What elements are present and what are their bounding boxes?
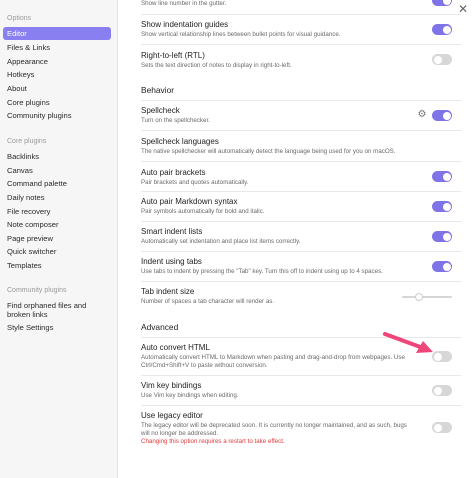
sidebar-item-appearance[interactable]: Appearance: [3, 55, 111, 68]
indent-guides-setting: Show indentation guides Show vertical re…: [141, 20, 459, 39]
setting-name: Auto pair Markdown syntax: [141, 197, 238, 206]
behavior-header: Behavior: [141, 85, 175, 95]
divider: [141, 161, 461, 162]
setting-name: Vim key bindings: [141, 381, 202, 390]
indent-tabs-toggle[interactable]: [432, 261, 452, 272]
auto-pair-markdown-toggle[interactable]: [432, 201, 452, 212]
sidebar-item-canvas[interactable]: Canvas: [3, 164, 111, 177]
advanced-header: Advanced: [141, 322, 179, 332]
legacy-editor-setting: Use legacy editor The legacy editor will…: [141, 411, 459, 446]
indent-guides-toggle[interactable]: [432, 24, 452, 35]
sidebar-item-hotkeys[interactable]: Hotkeys: [3, 68, 111, 81]
setting-desc: Automatically convert HTML to Markdown w…: [141, 354, 405, 369]
editor-settings-panel: Show line number in the gutter. Show ind…: [118, 0, 474, 478]
community-plugins-header: Community plugins: [7, 287, 67, 294]
sidebar-item-file-recovery[interactable]: File recovery: [3, 205, 111, 218]
spellcheck-languages-setting: Spellcheck languages The native spellche…: [141, 137, 459, 156]
setting-desc: The native spellchecker will automatical…: [141, 148, 396, 155]
setting-desc: Show vertical relationship lines between…: [141, 31, 341, 38]
auto-pair-brackets-setting: Auto pair brackets Pair brackets and quo…: [141, 168, 459, 187]
legacy-editor-toggle[interactable]: [432, 422, 452, 433]
vim-key-bindings-toggle[interactable]: [432, 385, 452, 396]
sidebar-item-daily-notes[interactable]: Daily notes: [3, 191, 111, 204]
line-number-desc: Show line number in the gutter.: [141, 0, 227, 7]
settings-sidebar: Options Editor Files & Links Appearance …: [0, 0, 118, 478]
smart-indent-setting: Smart indent lists Automatically set ind…: [141, 227, 459, 246]
sidebar-item-community-plugins[interactable]: Community plugins: [3, 109, 111, 122]
spellcheck-setting: Spellcheck Turn on the spellchecker.: [141, 106, 459, 125]
annotation-arrow-icon: [383, 332, 433, 353]
rtl-setting: Right-to-left (RTL) Sets the text direct…: [141, 51, 459, 70]
setting-desc: The legacy editor will be deprecated soo…: [141, 422, 407, 437]
divider: [141, 44, 461, 45]
sidebar-item-note-composer[interactable]: Note composer: [3, 218, 111, 231]
setting-name: Auto pair brackets: [141, 168, 206, 177]
options-header: Options: [7, 15, 32, 22]
divider: [141, 14, 461, 15]
divider: [141, 221, 461, 222]
setting-desc: Sets the text direction of notes to disp…: [141, 62, 292, 69]
setting-name: Indent using tabs: [141, 257, 202, 266]
setting-desc: Automatically set indentation and place …: [141, 238, 301, 245]
smart-indent-toggle[interactable]: [432, 231, 452, 242]
slider-handle[interactable]: [414, 293, 423, 301]
rtl-toggle[interactable]: [432, 54, 452, 65]
setting-name: Use legacy editor: [141, 411, 203, 420]
restart-warning: Changing this option requires a restart …: [141, 438, 285, 445]
divider: [141, 375, 461, 376]
sidebar-item-find-orphaned[interactable]: Find orphaned files and broken links: [3, 299, 111, 321]
spellcheck-toggle[interactable]: [432, 110, 452, 121]
line-number-toggle[interactable]: [432, 0, 452, 6]
divider: [141, 405, 461, 406]
vim-key-bindings-setting: Vim key bindings Use Vim key bindings wh…: [141, 381, 459, 400]
setting-name: Spellcheck: [141, 106, 180, 115]
sidebar-item-command-palette[interactable]: Command palette: [3, 177, 111, 190]
setting-name: Show indentation guides: [141, 20, 229, 29]
core-plugins-header: Core plugins: [7, 138, 47, 145]
gear-icon[interactable]: ⚙: [417, 110, 427, 120]
setting-name: Smart indent lists: [141, 227, 203, 236]
sidebar-item-quick-switcher[interactable]: Quick switcher: [3, 245, 111, 258]
divider: [141, 251, 461, 252]
sidebar-item-editor[interactable]: Editor: [3, 27, 111, 40]
divider: [141, 130, 461, 131]
auto-pair-markdown-setting: Auto pair Markdown syntax Pair symbols a…: [141, 197, 459, 216]
divider: [141, 191, 461, 192]
setting-desc: Turn on the spellchecker.: [141, 117, 210, 124]
setting-desc: Use Vim key bindings when editing.: [141, 392, 239, 399]
setting-name: Right-to-left (RTL): [141, 51, 205, 60]
sidebar-item-backlinks[interactable]: Backlinks: [3, 150, 111, 163]
setting-desc: Pair brackets and quotes automatically.: [141, 179, 249, 186]
setting-name: Spellcheck languages: [141, 137, 219, 146]
auto-convert-html-toggle[interactable]: [432, 351, 452, 362]
sidebar-item-page-preview[interactable]: Page preview: [3, 232, 111, 245]
divider: [141, 100, 461, 101]
divider: [141, 281, 461, 282]
setting-desc: Use tabs to indent by pressing the "Tab"…: [141, 268, 383, 275]
tab-indent-size-slider[interactable]: [402, 293, 452, 301]
sidebar-item-core-plugins[interactable]: Core plugins: [3, 96, 111, 109]
line-number-setting: Show line number in the gutter.: [141, 0, 459, 8]
sidebar-item-files-links[interactable]: Files & Links: [3, 41, 111, 54]
sidebar-item-about[interactable]: About: [3, 82, 111, 95]
setting-desc: Pair symbols automatically for bold and …: [141, 208, 265, 215]
auto-pair-brackets-toggle[interactable]: [432, 171, 452, 182]
sidebar-item-style-settings[interactable]: Style Settings: [3, 321, 111, 334]
setting-desc: Number of spaces a tab character will re…: [141, 298, 275, 305]
sidebar-item-templates[interactable]: Templates: [3, 259, 111, 272]
indent-tabs-setting: Indent using tabs Use tabs to indent by …: [141, 257, 459, 276]
